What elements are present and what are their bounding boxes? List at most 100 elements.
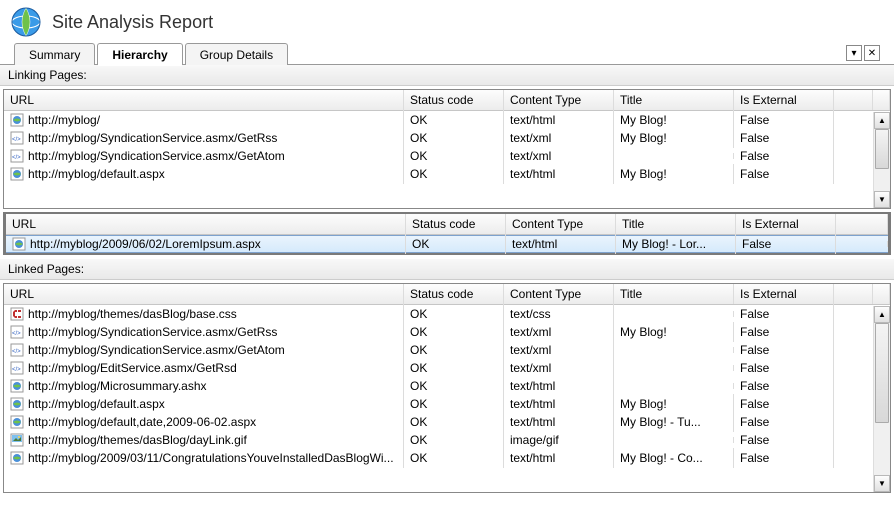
- app-title: Site Analysis Report: [52, 12, 213, 33]
- xml-file-icon: </>: [10, 361, 24, 375]
- cell-status: OK: [406, 234, 506, 254]
- cell-content-type: text/html: [504, 448, 614, 468]
- col-title[interactable]: Title: [616, 214, 736, 234]
- css-file-icon: [10, 307, 24, 321]
- col-content-type[interactable]: Content Type: [504, 90, 614, 110]
- cell-content-type: text/html: [504, 110, 614, 130]
- scroll-down-button[interactable]: ▼: [874, 191, 890, 208]
- table-row[interactable]: http://myblog/default,date,2009-06-02.as…: [4, 413, 890, 431]
- cell-url: http://myblog/2009/03/11/Congratulations…: [28, 451, 394, 465]
- col-content-type[interactable]: Content Type: [506, 214, 616, 234]
- header: Site Analysis Report: [0, 0, 894, 42]
- html-file-icon: [10, 397, 24, 411]
- cell-status: OK: [404, 164, 504, 184]
- xml-file-icon: </>: [10, 149, 24, 163]
- table-row[interactable]: </>http://myblog/EditService.asmx/GetRsd…: [4, 359, 890, 377]
- scrollbar[interactable]: ▲ ▼: [873, 112, 890, 208]
- cell-is-external: False: [734, 394, 834, 414]
- cell-is-external: False: [734, 110, 834, 130]
- cell-is-external: False: [734, 128, 834, 148]
- cell-content-type: text/xml: [504, 340, 614, 360]
- cell-title: My Blog!: [614, 128, 734, 148]
- cell-title: [614, 153, 734, 159]
- scrollbar[interactable]: ▲ ▼: [873, 306, 890, 492]
- cell-url: http://myblog/SyndicationService.asmx/Ge…: [28, 343, 285, 357]
- gif-file-icon: [10, 433, 24, 447]
- cell-is-external: False: [734, 412, 834, 432]
- cell-content-type: text/xml: [504, 358, 614, 378]
- tab-hierarchy[interactable]: Hierarchy: [97, 43, 182, 65]
- col-title[interactable]: Title: [614, 90, 734, 110]
- linking-body: http://myblog/OKtext/htmlMy Blog!False</…: [4, 111, 890, 207]
- cell-url: http://myblog/SyndicationService.asmx/Ge…: [28, 325, 277, 339]
- scroll-up-button[interactable]: ▲: [874, 112, 890, 129]
- grid-header: URL Status code Content Type Title Is Ex…: [4, 90, 890, 111]
- tab-group-details[interactable]: Group Details: [185, 43, 288, 65]
- cell-status: OK: [404, 146, 504, 166]
- table-row[interactable]: http://myblog/2009/06/02/LoremIpsum.aspx…: [6, 235, 888, 253]
- table-row[interactable]: http://myblog/themes/dasBlog/base.cssOKt…: [4, 305, 890, 323]
- svg-text:</>: </>: [12, 137, 21, 143]
- selected-body: http://myblog/2009/06/02/LoremIpsum.aspx…: [6, 235, 888, 253]
- table-row[interactable]: </> http://myblog/SyndicationService.asmx…: [4, 323, 890, 341]
- xml-file-icon: </>: [10, 325, 24, 339]
- col-url[interactable]: URL: [4, 90, 404, 110]
- html-file-icon: [10, 167, 24, 181]
- linking-grid: URL Status code Content Type Title Is Ex…: [3, 89, 891, 209]
- linked-body: http://myblog/themes/dasBlog/base.cssOKt…: [4, 305, 890, 491]
- table-row[interactable]: http://myblog/OKtext/htmlMy Blog!False: [4, 111, 890, 129]
- cell-is-external: False: [734, 322, 834, 342]
- cell-title: My Blog! - Tu...: [614, 412, 734, 432]
- table-row[interactable]: </> http://myblog/SyndicationService.asmx…: [4, 129, 890, 147]
- cell-title: My Blog!: [614, 110, 734, 130]
- cell-content-type: text/html: [504, 376, 614, 396]
- cell-status: OK: [404, 394, 504, 414]
- cell-url: http://myblog/2009/06/02/LoremIpsum.aspx: [30, 237, 261, 251]
- cell-status: OK: [404, 340, 504, 360]
- table-row[interactable]: http://myblog/Microsummary.ashxOKtext/ht…: [4, 377, 890, 395]
- cell-status: OK: [404, 358, 504, 378]
- cell-is-external: False: [734, 376, 834, 396]
- cell-is-external: False: [734, 358, 834, 378]
- cell-status: OK: [404, 412, 504, 432]
- col-url[interactable]: URL: [4, 284, 404, 304]
- col-title[interactable]: Title: [614, 284, 734, 304]
- col-is-external[interactable]: Is External: [736, 214, 836, 234]
- col-is-external[interactable]: Is External: [734, 90, 834, 110]
- col-status[interactable]: Status code: [406, 214, 506, 234]
- table-row[interactable]: http://myblog/2009/03/11/Congratulations…: [4, 449, 890, 467]
- table-row[interactable]: http://myblog/default.aspxOKtext/htmlMy …: [4, 165, 890, 183]
- col-status[interactable]: Status code: [404, 284, 504, 304]
- globe-icon: [10, 6, 42, 38]
- svg-text:</>: </>: [12, 349, 21, 355]
- scroll-thumb[interactable]: [875, 129, 889, 169]
- cell-content-type: text/html: [504, 412, 614, 432]
- table-row[interactable]: </> http://myblog/SyndicationService.asmx…: [4, 341, 890, 359]
- table-row[interactable]: </>http://myblog/SyndicationService.asmx…: [4, 147, 890, 165]
- col-url[interactable]: URL: [6, 214, 406, 234]
- scroll-down-button[interactable]: ▼: [874, 475, 890, 492]
- col-is-external[interactable]: Is External: [734, 284, 834, 304]
- svg-text:</>: </>: [12, 155, 21, 161]
- cell-title: My Blog!: [614, 394, 734, 414]
- tabs-row: Summary Hierarchy Group Details ▾ ✕: [0, 42, 894, 65]
- cell-is-external: False: [734, 146, 834, 166]
- table-row[interactable]: http://myblog/themes/dasBlog/dayLink.gif…: [4, 431, 890, 449]
- tab-dropdown-button[interactable]: ▾: [846, 45, 862, 61]
- cell-content-type: image/gif: [504, 430, 614, 450]
- col-content-type[interactable]: Content Type: [504, 284, 614, 304]
- tab-close-button[interactable]: ✕: [864, 45, 880, 61]
- cell-url: http://myblog/: [28, 113, 100, 127]
- cell-content-type: text/xml: [504, 128, 614, 148]
- table-row[interactable]: http://myblog/default.aspxOKtext/htmlMy …: [4, 395, 890, 413]
- col-status[interactable]: Status code: [404, 90, 504, 110]
- tab-summary[interactable]: Summary: [14, 43, 95, 65]
- cell-title: My Blog! - Co...: [614, 448, 734, 468]
- xml-file-icon: </>: [10, 343, 24, 357]
- cell-url: http://myblog/SyndicationService.asmx/Ge…: [28, 131, 277, 145]
- scroll-thumb[interactable]: [875, 323, 889, 423]
- cell-content-type: text/html: [504, 394, 614, 414]
- html-file-icon: [10, 113, 24, 127]
- cell-url: http://myblog/default.aspx: [28, 167, 165, 181]
- scroll-up-button[interactable]: ▲: [874, 306, 890, 323]
